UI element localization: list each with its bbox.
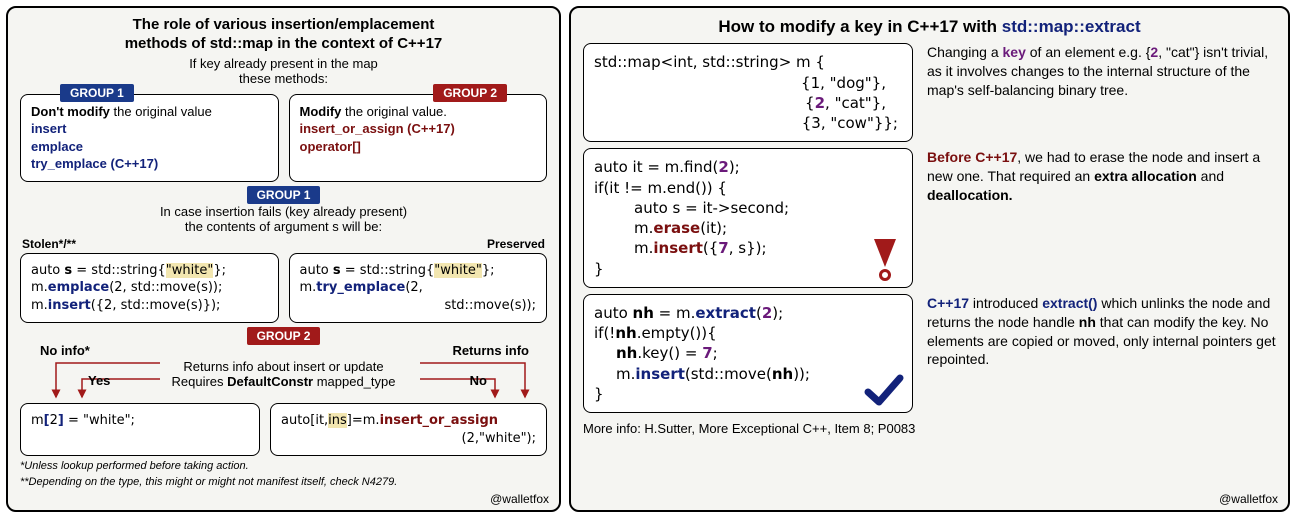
code-map-def: std::map<int, std::string> m { {1, "dog"… (583, 43, 913, 142)
credit-left: @walletfox (490, 492, 549, 506)
check-icon (864, 372, 904, 408)
footnote-1: *Unless lookup performed before taking a… (20, 460, 547, 472)
text-before: Before C++17, we had to erase the node a… (927, 148, 1276, 288)
code-preserved: auto s = std::string{"white"}; m.try_emp… (289, 253, 548, 324)
method-emplace: emplace (31, 139, 83, 154)
left-title-l1: The role of various insertion/emplacemen… (133, 16, 435, 33)
exclamation-icon (868, 237, 902, 281)
code-cpp17-extract: auto nh = m.extract(2); if(!nh.empty()){… (583, 294, 913, 413)
group1-tag-2: GROUP 1 (247, 186, 321, 204)
no-label: No (470, 373, 487, 388)
stolen-label: Stolen*/** (22, 237, 76, 251)
method-insert: insert (31, 121, 66, 136)
left-panel: The role of various insertion/emplacemen… (6, 6, 561, 512)
right-title: How to modify a key in C++17 with std::m… (583, 16, 1276, 37)
text-cpp17: C++17 introduced extract() which unlinks… (927, 294, 1276, 413)
group2-tag-2: GROUP 2 (247, 327, 321, 345)
credit-right: @walletfox (1219, 492, 1278, 506)
footnote-2: **Depending on the type, this might or m… (20, 476, 547, 488)
noinfo-label: No info* (40, 343, 90, 358)
left-subtitle: If key already present in the map these … (20, 56, 547, 86)
code-before-cpp17: auto it = m.find(2); if(it != m.end()) {… (583, 148, 913, 288)
code-operator-brackets: m[2] = "white"; (20, 403, 260, 456)
group1-box: Don't modify the original value insert e… (20, 94, 279, 182)
code-insert-or-assign: auto[it,ins]=m.insert_or_assign (2,"whit… (270, 403, 547, 456)
right-panel: How to modify a key in C++17 with std::m… (569, 6, 1290, 512)
preserved-label: Preserved (487, 237, 545, 251)
code-stolen: auto s = std::string{"white"}; m.emplace… (20, 253, 279, 324)
returnsinfo-label: Returns info (452, 343, 529, 358)
yes-label: Yes (88, 373, 110, 388)
method-insert-or-assign: insert_or_assign (C++17) (300, 121, 455, 136)
more-info: More info: H.Sutter, More Exceptional C+… (583, 421, 1276, 436)
group2-box: Modify the original value. insert_or_ass… (289, 94, 548, 182)
group1-tag: GROUP 1 (60, 84, 134, 102)
method-try-emplace: try_emplace (C++17) (31, 156, 158, 171)
left-title-l2: methods of std::map in the context of C+… (125, 35, 443, 52)
left-title: The role of various insertion/emplacemen… (20, 16, 547, 54)
group2-tag: GROUP 2 (433, 84, 507, 102)
method-operator-brackets: operator[] (300, 139, 361, 154)
g1-caption: In case insertion fails (key already pre… (20, 204, 547, 234)
text-intro: Changing a key of an element e.g. {2, "c… (927, 43, 1276, 142)
